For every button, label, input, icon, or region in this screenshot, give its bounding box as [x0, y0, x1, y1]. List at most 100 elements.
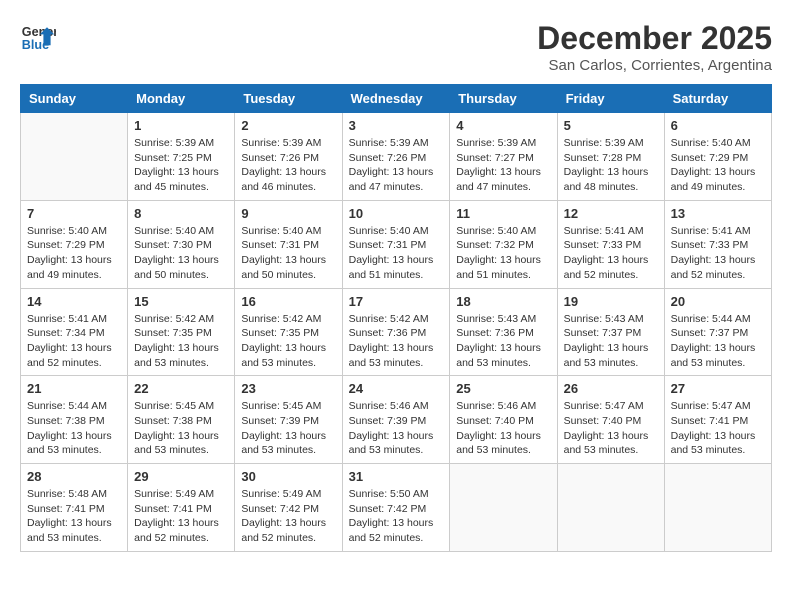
day-number: 28 — [27, 469, 121, 484]
day-of-week-header: Sunday — [21, 85, 128, 113]
cell-content: Sunrise: 5:40 AM Sunset: 7:31 PM Dayligh… — [241, 224, 335, 283]
cell-content: Sunrise: 5:40 AM Sunset: 7:29 PM Dayligh… — [27, 224, 121, 283]
calendar-cell: 20 Sunrise: 5:44 AM Sunset: 7:37 PM Dayli… — [664, 288, 771, 376]
cell-content: Sunrise: 5:42 AM Sunset: 7:36 PM Dayligh… — [349, 312, 444, 371]
calendar-cell: 8 Sunrise: 5:40 AM Sunset: 7:30 PM Daylig… — [128, 200, 235, 288]
cell-content: Sunrise: 5:39 AM Sunset: 7:27 PM Dayligh… — [456, 136, 550, 195]
calendar-cell: 23 Sunrise: 5:45 AM Sunset: 7:39 PM Dayli… — [235, 376, 342, 464]
calendar-week-row: 7 Sunrise: 5:40 AM Sunset: 7:29 PM Daylig… — [21, 200, 772, 288]
day-number: 29 — [134, 469, 228, 484]
calendar-cell: 21Sunrise: 5:44 AM Sunset: 7:38 PM Dayli… — [21, 376, 128, 464]
day-number: 25 — [456, 381, 550, 396]
cell-content: Sunrise: 5:41 AM Sunset: 7:34 PM Dayligh… — [27, 312, 121, 371]
day-number: 2 — [241, 118, 335, 133]
calendar-cell: 1 Sunrise: 5:39 AM Sunset: 7:25 PM Daylig… — [128, 113, 235, 201]
calendar-cell: 26 Sunrise: 5:47 AM Sunset: 7:40 PM Dayli… — [557, 376, 664, 464]
day-number: 12 — [564, 206, 658, 221]
cell-content: Sunrise: 5:40 AM Sunset: 7:30 PM Dayligh… — [134, 224, 228, 283]
calendar-cell: 10 Sunrise: 5:40 AM Sunset: 7:31 PM Dayli… — [342, 200, 450, 288]
cell-content: Sunrise: 5:39 AM Sunset: 7:26 PM Dayligh… — [241, 136, 335, 195]
calendar-cell: 14Sunrise: 5:41 AM Sunset: 7:34 PM Dayli… — [21, 288, 128, 376]
calendar-cell: 27Sunrise: 5:47 AM Sunset: 7:41 PM Dayli… — [664, 376, 771, 464]
calendar-cell: 22 Sunrise: 5:45 AM Sunset: 7:38 PM Dayli… — [128, 376, 235, 464]
day-of-week-header: Friday — [557, 85, 664, 113]
calendar-week-row: 28Sunrise: 5:48 AM Sunset: 7:41 PM Dayli… — [21, 464, 772, 552]
cell-content: Sunrise: 5:50 AM Sunset: 7:42 PM Dayligh… — [349, 487, 444, 546]
logo: General Blue — [20, 20, 56, 56]
day-number: 7 — [27, 206, 121, 221]
calendar-cell: 4 Sunrise: 5:39 AM Sunset: 7:27 PM Daylig… — [450, 113, 557, 201]
calendar-cell: 13Sunrise: 5:41 AM Sunset: 7:33 PM Dayli… — [664, 200, 771, 288]
day-number: 5 — [564, 118, 658, 133]
calendar-cell — [557, 464, 664, 552]
calendar-cell: 18Sunrise: 5:43 AM Sunset: 7:36 PM Dayli… — [450, 288, 557, 376]
calendar-cell: 15 Sunrise: 5:42 AM Sunset: 7:35 PM Dayli… — [128, 288, 235, 376]
cell-content: Sunrise: 5:44 AM Sunset: 7:37 PM Dayligh… — [671, 312, 765, 371]
day-number: 22 — [134, 381, 228, 396]
cell-content: Sunrise: 5:42 AM Sunset: 7:35 PM Dayligh… — [241, 312, 335, 371]
calendar-cell: 7 Sunrise: 5:40 AM Sunset: 7:29 PM Daylig… — [21, 200, 128, 288]
day-number: 1 — [134, 118, 228, 133]
calendar-cell: 25Sunrise: 5:46 AM Sunset: 7:40 PM Dayli… — [450, 376, 557, 464]
calendar-cell: 17 Sunrise: 5:42 AM Sunset: 7:36 PM Dayli… — [342, 288, 450, 376]
calendar-cell: 5 Sunrise: 5:39 AM Sunset: 7:28 PM Daylig… — [557, 113, 664, 201]
day-of-week-header: Tuesday — [235, 85, 342, 113]
day-number: 30 — [241, 469, 335, 484]
day-number: 26 — [564, 381, 658, 396]
cell-content: Sunrise: 5:45 AM Sunset: 7:38 PM Dayligh… — [134, 399, 228, 458]
calendar-week-row: 1 Sunrise: 5:39 AM Sunset: 7:25 PM Daylig… — [21, 113, 772, 201]
cell-content: Sunrise: 5:42 AM Sunset: 7:35 PM Dayligh… — [134, 312, 228, 371]
cell-content: Sunrise: 5:40 AM Sunset: 7:29 PM Dayligh… — [671, 136, 765, 195]
day-number: 9 — [241, 206, 335, 221]
day-number: 11 — [456, 206, 550, 221]
cell-content: Sunrise: 5:49 AM Sunset: 7:41 PM Dayligh… — [134, 487, 228, 546]
cell-content: Sunrise: 5:43 AM Sunset: 7:37 PM Dayligh… — [564, 312, 658, 371]
calendar-cell: 31 Sunrise: 5:50 AM Sunset: 7:42 PM Dayli… — [342, 464, 450, 552]
cell-content: Sunrise: 5:40 AM Sunset: 7:31 PM Dayligh… — [349, 224, 444, 283]
day-number: 24 — [349, 381, 444, 396]
cell-content: Sunrise: 5:43 AM Sunset: 7:36 PM Dayligh… — [456, 312, 550, 371]
cell-content: Sunrise: 5:47 AM Sunset: 7:41 PM Dayligh… — [671, 399, 765, 458]
day-number: 17 — [349, 294, 444, 309]
calendar-cell: 28Sunrise: 5:48 AM Sunset: 7:41 PM Dayli… — [21, 464, 128, 552]
day-number: 15 — [134, 294, 228, 309]
calendar-table: SundayMondayTuesdayWednesdayThursdayFrid… — [20, 84, 772, 552]
day-number: 19 — [564, 294, 658, 309]
calendar-cell: 9 Sunrise: 5:40 AM Sunset: 7:31 PM Daylig… — [235, 200, 342, 288]
cell-content: Sunrise: 5:46 AM Sunset: 7:39 PM Dayligh… — [349, 399, 444, 458]
day-of-week-header: Wednesday — [342, 85, 450, 113]
calendar-cell: 3Sunrise: 5:39 AM Sunset: 7:26 PM Daylig… — [342, 113, 450, 201]
logo-icon: General Blue — [20, 20, 56, 56]
calendar-cell — [664, 464, 771, 552]
day-number: 10 — [349, 206, 444, 221]
cell-content: Sunrise: 5:39 AM Sunset: 7:25 PM Dayligh… — [134, 136, 228, 195]
day-number: 23 — [241, 381, 335, 396]
calendar-cell: 2 Sunrise: 5:39 AM Sunset: 7:26 PM Daylig… — [235, 113, 342, 201]
calendar-cell: 12 Sunrise: 5:41 AM Sunset: 7:33 PM Dayli… — [557, 200, 664, 288]
cell-content: Sunrise: 5:45 AM Sunset: 7:39 PM Dayligh… — [241, 399, 335, 458]
day-number: 6 — [671, 118, 765, 133]
location-subtitle: San Carlos, Corrientes, Argentina — [537, 57, 772, 74]
calendar-cell — [450, 464, 557, 552]
cell-content: Sunrise: 5:47 AM Sunset: 7:40 PM Dayligh… — [564, 399, 658, 458]
calendar-header-row: SundayMondayTuesdayWednesdayThursdayFrid… — [21, 85, 772, 113]
cell-content: Sunrise: 5:49 AM Sunset: 7:42 PM Dayligh… — [241, 487, 335, 546]
day-number: 4 — [456, 118, 550, 133]
calendar-cell: 6 Sunrise: 5:40 AM Sunset: 7:29 PM Daylig… — [664, 113, 771, 201]
calendar-cell: 19 Sunrise: 5:43 AM Sunset: 7:37 PM Dayli… — [557, 288, 664, 376]
calendar-cell — [21, 113, 128, 201]
day-number: 8 — [134, 206, 228, 221]
calendar-cell: 29 Sunrise: 5:49 AM Sunset: 7:41 PM Dayli… — [128, 464, 235, 552]
cell-content: Sunrise: 5:41 AM Sunset: 7:33 PM Dayligh… — [564, 224, 658, 283]
calendar-cell: 11Sunrise: 5:40 AM Sunset: 7:32 PM Dayli… — [450, 200, 557, 288]
page-header: General Blue December 2025 San Carlos, C… — [20, 20, 772, 74]
cell-content: Sunrise: 5:39 AM Sunset: 7:26 PM Dayligh… — [349, 136, 444, 195]
day-of-week-header: Saturday — [664, 85, 771, 113]
month-year-title: December 2025 — [537, 20, 772, 57]
day-number: 31 — [349, 469, 444, 484]
cell-content: Sunrise: 5:41 AM Sunset: 7:33 PM Dayligh… — [671, 224, 765, 283]
title-block: December 2025 San Carlos, Corrientes, Ar… — [537, 20, 772, 74]
day-number: 20 — [671, 294, 765, 309]
calendar-week-row: 21Sunrise: 5:44 AM Sunset: 7:38 PM Dayli… — [21, 376, 772, 464]
cell-content: Sunrise: 5:39 AM Sunset: 7:28 PM Dayligh… — [564, 136, 658, 195]
